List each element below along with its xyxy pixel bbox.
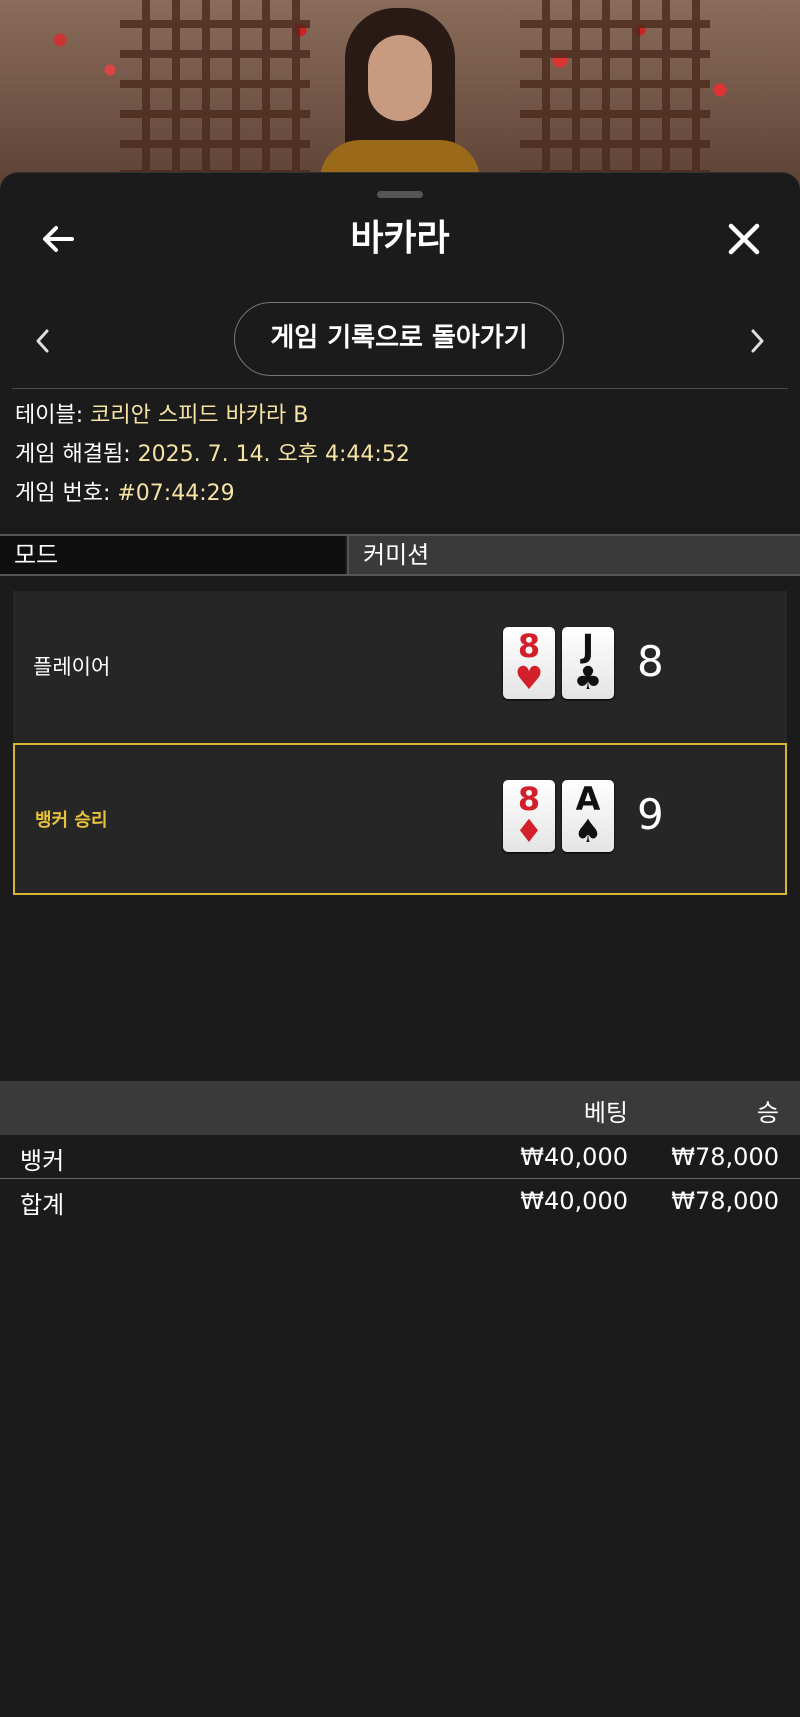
total-bet: ₩40,000	[520, 1187, 628, 1215]
banker-hand: 뱅커 승리 8 ♦ A ♠ 9	[13, 743, 787, 895]
bet-column-header: 베팅	[583, 1099, 628, 1127]
live-video-feed	[0, 0, 800, 200]
banker-score: 9	[637, 790, 664, 839]
club-suit-icon: ♣	[573, 659, 603, 697]
total-label: 합계	[20, 1191, 65, 1219]
table-row-total: 합계 ₩40,000 ₩78,000	[0, 1181, 800, 1223]
banker-card-1: 8 ♦	[503, 780, 555, 852]
card-rank: A	[575, 780, 601, 818]
row-win: ₩78,000	[671, 1143, 779, 1171]
header: 바카라	[0, 213, 800, 273]
table-label: 테이블:	[15, 403, 91, 428]
spade-suit-icon: ♠	[573, 812, 603, 850]
total-win: ₩78,000	[671, 1187, 779, 1215]
arrow-left-icon[interactable]	[38, 219, 78, 259]
player-hand: 플레이어 8 ♥ J ♣ 8	[13, 591, 787, 743]
mode-tabs: 모드 커미션	[0, 534, 800, 576]
win-column-header: 승	[756, 1099, 779, 1127]
resolved-value: 2025. 7. 14. 오후 4:44:52	[137, 442, 410, 467]
resolved-info: 게임 해결됨: 2025. 7. 14. 오후 4:44:52	[15, 440, 410, 470]
heart-suit-icon: ♥	[514, 659, 544, 697]
player-card-1: 8 ♥	[503, 627, 555, 699]
row-divider	[0, 1178, 800, 1179]
player-card-2: J ♣	[562, 627, 614, 699]
lattice-screen-left	[120, 0, 310, 200]
row-name: 뱅커	[20, 1147, 65, 1175]
bets-table-header: 베팅 승	[0, 1081, 800, 1135]
table-row: 뱅커 ₩40,000 ₩78,000	[0, 1137, 800, 1179]
close-icon[interactable]	[722, 217, 766, 261]
player-label: 플레이어	[33, 655, 111, 679]
table-info: 테이블: 코리안 스피드 바카라 B	[15, 401, 308, 431]
diamond-suit-icon: ♦	[514, 812, 544, 850]
game-number-label: 게임 번호:	[15, 481, 118, 506]
table-value: 코리안 스피드 바카라 B	[90, 403, 309, 428]
dealer-face	[368, 35, 432, 121]
divider	[12, 388, 788, 389]
card-rank: J	[582, 627, 594, 665]
row-bet: ₩40,000	[520, 1143, 628, 1171]
tab-commission[interactable]: 커미션	[347, 536, 800, 574]
drag-handle[interactable]	[377, 191, 423, 198]
back-to-history-button[interactable]: 게임 기록으로 돌아가기	[234, 302, 564, 376]
chevron-right-icon[interactable]	[746, 323, 770, 359]
banker-card-2: A ♠	[562, 780, 614, 852]
game-number-value: #07:44:29	[117, 481, 235, 506]
history-nav: 게임 기록으로 돌아가기	[0, 301, 800, 381]
banker-win-label: 뱅커 승리	[35, 810, 108, 831]
tab-mode[interactable]: 모드	[0, 536, 345, 574]
card-rank: 8	[517, 780, 541, 818]
page-title: 바카라	[350, 218, 450, 259]
chevron-left-icon[interactable]	[30, 323, 54, 359]
game-number-info: 게임 번호: #07:44:29	[15, 479, 235, 509]
card-rank: 8	[517, 627, 541, 665]
game-detail-sheet: 바카라 게임 기록으로 돌아가기 테이블: 코리안 스피드 바카라 B 게임 해…	[0, 172, 800, 1717]
resolved-label: 게임 해결됨:	[15, 442, 138, 467]
player-score: 8	[637, 637, 664, 686]
lattice-screen-right	[520, 0, 710, 200]
